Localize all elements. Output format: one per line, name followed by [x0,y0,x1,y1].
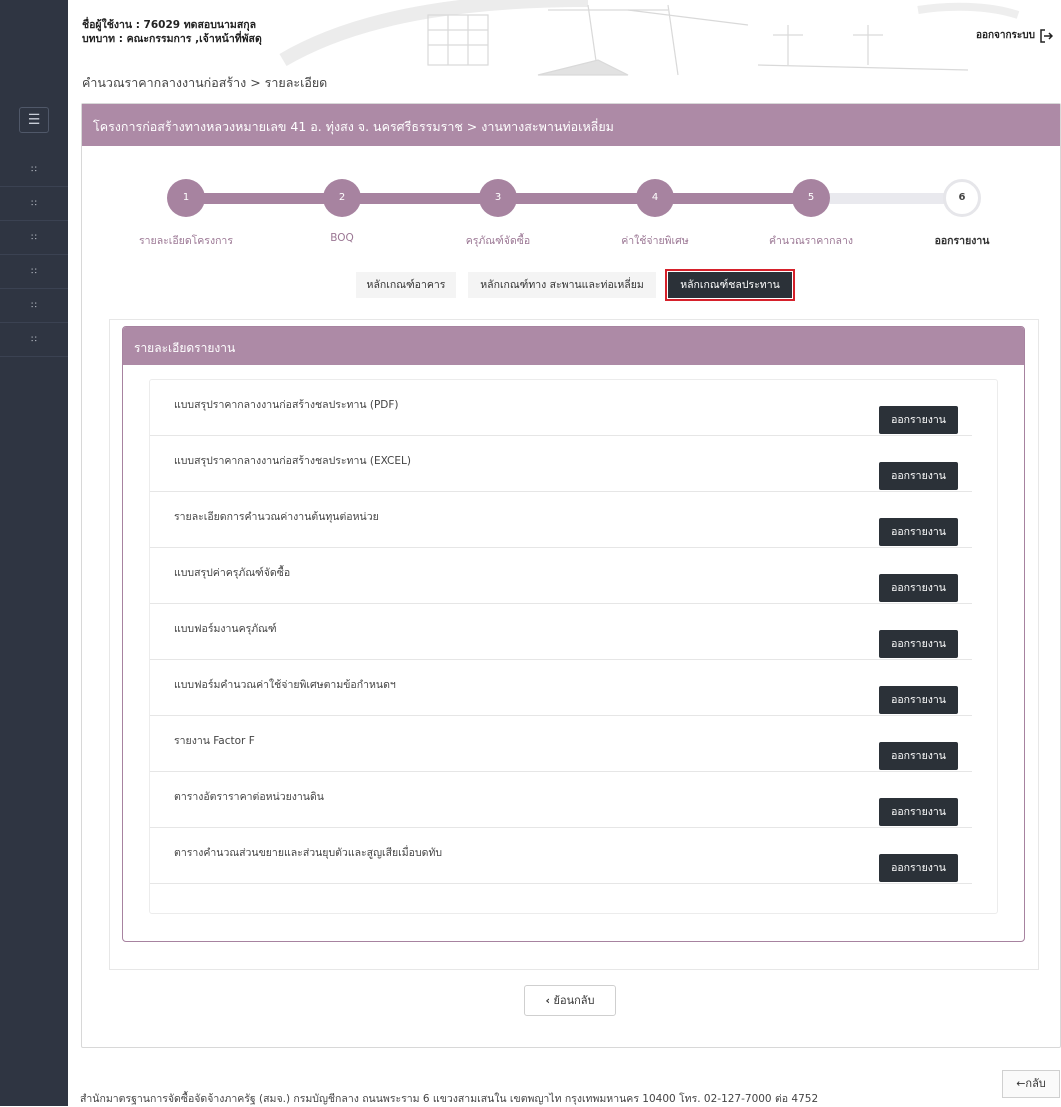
export-report-button[interactable]: ออกรายงาน [879,518,958,546]
username-text: ชื่อผู้ใช้งาน : 76029 ทดสอบนามสกุล [82,19,257,31]
report-list: แบบสรุปราคากลางงานก่อสร้างชลประทาน (PDF)… [149,379,998,914]
grid-icon: ∷ [31,199,37,209]
back-button-label: ย้อนกลับ [553,994,595,1007]
step-3-label[interactable]: ครุภัณฑ์จัดซื้อ [428,232,568,249]
report-row: แบบฟอร์มคำนวณค่าใช้จ่ายพิเศษตามข้อกำหนดฯ… [150,660,972,716]
export-report-button[interactable]: ออกรายงาน [879,854,958,882]
step-5-label[interactable]: คำนวณราคากลาง [741,232,881,249]
export-report-button[interactable]: ออกรายงาน [879,798,958,826]
breadcrumb: คำนวณราคากลางงานก่อสร้าง > รายละเอียด [82,75,328,90]
main-card: โครงการก่อสร้างทางหลวงหมายเลข 41 อ. ทุ่ง… [81,103,1061,1048]
report-row: แบบสรุปค่าครุภัณฑ์จัดซื้อออกรายงาน [150,548,972,604]
export-report-button[interactable]: ออกรายงาน [879,406,958,434]
export-report-button[interactable]: ออกรายงาน [879,742,958,770]
export-report-button[interactable]: ออกรายงาน [879,574,958,602]
report-name: ตารางคำนวณส่วนขยายและส่วนยุบตัวและสูญเสี… [174,847,443,859]
back-link[interactable]: ←กลับ [1002,1070,1060,1098]
report-row: ตารางคำนวณส่วนขยายและส่วนยุบตัวและสูญเสี… [150,828,972,884]
tab-road-bridge-criteria[interactable]: หลักเกณฑ์ทาง สะพานและท่อเหลี่ยม [468,272,656,298]
step-1-circle[interactable]: 1 [167,179,205,217]
grid-icon: ∷ [31,267,37,277]
grid-icon: ∷ [31,301,37,311]
logout-icon [1040,28,1053,43]
sidebar-item-6[interactable]: ∷ [0,323,68,357]
report-row: แบบสรุปราคากลางงานก่อสร้างชลประทาน (PDF)… [150,380,972,436]
back-button[interactable]: ‹ ย้อนกลับ [524,985,616,1016]
export-report-button[interactable]: ออกรายงาน [879,630,958,658]
footer-text: สำนักมาตรฐานการจัดซื้อจัดจ้างภาครัฐ (สมจ… [80,1093,819,1105]
report-row: รายละเอียดการคำนวณค่างานต้นทุนต่อหน่วยออ… [150,492,972,548]
sidebar-item-1[interactable]: ∷ [0,153,68,187]
role-text: บทบาท : คณะกรรมการ ,เจ้าหน้าที่พัสดุ [82,33,262,45]
hamburger-menu-button[interactable]: ☰ [19,107,49,133]
chevron-left-icon: ‹ [545,994,551,1007]
report-name: แบบสรุปราคากลางงานก่อสร้างชลประทาน (PDF) [174,399,399,411]
report-row: รายงาน Factor F ออกรายงาน [150,716,972,772]
step-6-label[interactable]: ออกรายงาน [892,232,1032,249]
report-name: แบบสรุปค่าครุภัณฑ์จัดซื้อ [174,567,291,579]
report-row: แบบสรุปราคากลางงานก่อสร้างชลประทาน (EXCE… [150,436,972,492]
sidebar: ☰ ∷ ∷ ∷ ∷ ∷ ∷ [0,0,68,1106]
step-remaining-line [812,193,962,204]
user-info: ชื่อผู้ใช้งาน : 76029 ทดสอบนามสกุล บทบาท… [82,18,262,46]
step-6-circle[interactable]: 6 [943,179,981,217]
grid-icon: ∷ [31,165,37,175]
report-name: แบบฟอร์มคำนวณค่าใช้จ่ายพิเศษตามข้อกำหนดฯ [174,679,396,691]
export-report-button[interactable]: ออกรายงาน [879,686,958,714]
report-name: แบบฟอร์มงานครุภัณฑ์ [174,623,277,635]
step-4-circle[interactable]: 4 [636,179,674,217]
grid-icon: ∷ [31,233,37,243]
report-row: ตารางอัตราราคาต่อหน่วยงานดินออกรายงาน [150,772,972,828]
step-2-circle[interactable]: 2 [323,179,361,217]
export-report-button[interactable]: ออกรายงาน [879,462,958,490]
tab-building-criteria[interactable]: หลักเกณฑ์อาคาร [356,272,456,298]
step-1-label[interactable]: รายละเอียดโครงการ [116,232,256,249]
sidebar-item-2[interactable]: ∷ [0,187,68,221]
sidebar-item-3[interactable]: ∷ [0,221,68,255]
report-name: รายละเอียดการคำนวณค่างานต้นทุนต่อหน่วย [174,511,379,523]
report-name: แบบสรุปราคากลางงานก่อสร้างชลประทาน (EXCE… [174,455,411,467]
logout-button[interactable]: ออกจากระบบ [976,28,1053,43]
tab-irrigation-criteria[interactable]: หลักเกณฑ์ชลประทาน [665,269,795,301]
step-5-circle[interactable]: 5 [792,179,830,217]
report-row: แบบฟอร์มงานครุภัณฑ์ออกรายงาน [150,604,972,660]
logout-label: ออกจากระบบ [975,30,1035,41]
grid-icon: ∷ [31,335,37,345]
report-name: ตารางอัตราราคาต่อหน่วยงานดิน [174,791,324,803]
step-3-circle[interactable]: 3 [479,179,517,217]
sidebar-item-4[interactable]: ∷ [0,255,68,289]
report-panel-title: รายละเอียดรายงาน [123,327,1024,365]
report-panel: รายละเอียดรายงาน แบบสรุปราคากลางงานก่อสร… [122,326,1025,942]
sidebar-item-5[interactable]: ∷ [0,289,68,323]
step-4-label[interactable]: ค่าใช้จ่ายพิเศษ [585,232,725,249]
step-2-label[interactable]: BOQ [272,232,412,244]
report-name: รายงาน Factor F [174,735,255,747]
report-criteria-tabs: หลักเกณฑ์อาคาร หลักเกณฑ์ทาง สะพานและท่อเ… [82,269,1060,301]
